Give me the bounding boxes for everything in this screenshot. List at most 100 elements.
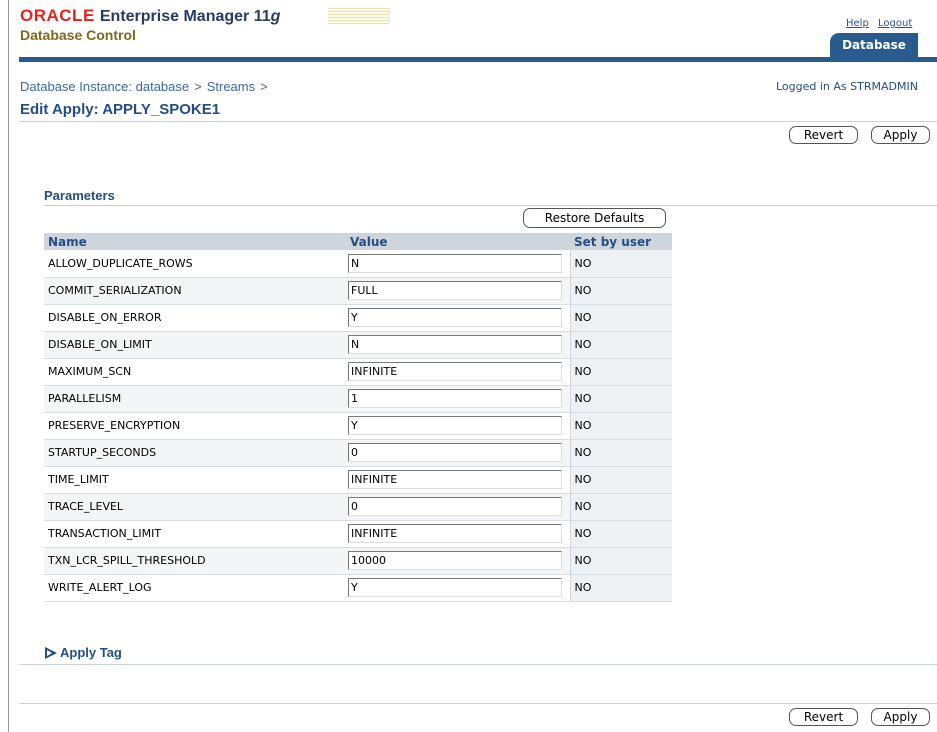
parameter-value-input[interactable] [348,551,562,570]
column-header-set-by-user: Set by user [570,233,672,250]
parameter-name: DISABLE_ON_LIMIT [44,331,346,359]
set-by-user-value: NO [569,331,672,359]
column-header-name: Name [44,233,346,250]
set-by-user-value: NO [569,250,672,278]
table-row: PARALLELISM NO [44,385,672,413]
logged-in-status: Logged in As STRMADMIN [776,80,918,93]
table-row: COMMIT_SERIALIZATION NO [44,277,672,305]
breadcrumb-database-instance[interactable]: Database Instance: database [20,79,189,94]
product-version-suffix: g [270,8,281,25]
parameter-value-input[interactable] [348,470,562,489]
breadcrumb-streams[interactable]: Streams [207,79,255,94]
parameter-value-cell [346,277,570,305]
footer-divider [19,703,937,704]
table-row: TRANSACTION_LIMIT NO [44,520,672,548]
parameter-name: PRESERVE_ENCRYPTION [44,412,346,440]
parameter-value-input[interactable] [348,362,562,381]
set-by-user-value: NO [569,574,672,602]
parameter-value-input[interactable] [348,497,562,516]
table-row: TRACE_LEVEL NO [44,493,672,521]
parameter-name: COMMIT_SERIALIZATION [44,277,346,305]
parameter-value-cell [346,250,570,278]
parameter-name: STARTUP_SECONDS [44,439,346,467]
help-link[interactable]: Help [846,18,869,29]
apply-tag-label: Apply Tag [60,645,122,660]
set-by-user-value: NO [569,547,672,575]
parameter-value-cell [346,574,570,602]
parameter-name: TRANSACTION_LIMIT [44,520,346,548]
breadcrumb: Database Instance: database > Streams > [20,79,273,94]
table-row: WRITE_ALERT_LOG NO [44,574,672,602]
parameter-name: DISABLE_ON_ERROR [44,304,346,332]
logout-link[interactable]: Logout [878,18,912,29]
parameter-value-cell [346,520,570,548]
set-by-user-value: NO [569,493,672,521]
parameters-table: Name Value Set by user ALLOW_DUPLICATE_R… [44,233,672,602]
set-by-user-value: NO [569,304,672,332]
parameter-name: TIME_LIMIT [44,466,346,494]
revert-button-bottom[interactable]: Revert [789,708,858,726]
table-row: STARTUP_SECONDS NO [44,439,672,467]
parameter-value-cell [346,547,570,575]
restore-defaults-button[interactable]: Restore Defaults [523,208,666,228]
parameter-value-input[interactable] [348,443,562,462]
set-by-user-value: NO [569,358,672,386]
parameter-name: TXN_LCR_SPILL_THRESHOLD [44,547,346,575]
parameter-value-input[interactable] [348,524,562,543]
set-by-user-value: NO [569,466,672,494]
page-left-border [8,0,9,732]
table-row: DISABLE_ON_LIMIT NO [44,331,672,359]
set-by-user-value: NO [569,277,672,305]
apply-tag-divider [19,664,937,665]
parameters-table-body: ALLOW_DUPLICATE_ROWSNOCOMMIT_SERIALIZATI… [44,250,672,602]
parameter-value-cell [346,466,570,494]
parameters-section-title: Parameters [44,188,115,203]
parameter-name: MAXIMUM_SCN [44,358,346,386]
parameter-value-cell [346,331,570,359]
table-header-row: Name Value Set by user [44,233,672,250]
parameter-value-input[interactable] [348,335,562,354]
parameter-value-cell [346,439,570,467]
parameter-value-cell [346,358,570,386]
column-header-value: Value [346,233,570,250]
table-row: TXN_LCR_SPILL_THRESHOLD NO [44,547,672,575]
parameter-name: TRACE_LEVEL [44,493,346,521]
product-name: Enterprise Manager 11g [100,8,281,25]
table-row: ALLOW_DUPLICATE_ROWS NO [44,250,672,278]
apply-tag-toggle[interactable]: Apply Tag [44,645,122,660]
breadcrumb-separator: > [260,79,268,94]
tab-database[interactable]: Database [830,33,918,57]
product-name-text: Enterprise Manager 11 [99,8,271,25]
header-bar [19,57,937,62]
apply-button-top[interactable]: Apply [871,126,930,144]
expand-arrow-icon [45,646,57,659]
page-title: Edit Apply: APPLY_SPOKE1 [20,101,221,118]
parameter-name: PARALLELISM [44,385,346,413]
parameter-value-input[interactable] [348,308,562,327]
parameter-value-input[interactable] [348,389,562,408]
oracle-logo: ORACLE [20,6,95,25]
table-row: DISABLE_ON_ERROR NO [44,304,672,332]
parameter-name: ALLOW_DUPLICATE_ROWS [44,250,346,278]
parameter-name: WRITE_ALERT_LOG [44,574,346,602]
parameter-value-cell [346,493,570,521]
table-row: PRESERVE_ENCRYPTION NO [44,412,672,440]
header-stripes-decoration [328,8,390,24]
parameter-value-input[interactable] [348,253,562,273]
apply-button-bottom[interactable]: Apply [871,708,930,726]
parameter-value-cell [346,304,570,332]
title-divider [19,121,937,122]
set-by-user-value: NO [569,520,672,548]
parameter-value-input[interactable] [348,281,562,300]
parameter-value-input[interactable] [348,416,562,435]
table-row: MAXIMUM_SCN NO [44,358,672,386]
revert-button-top[interactable]: Revert [789,126,858,144]
set-by-user-value: NO [569,439,672,467]
set-by-user-value: NO [569,385,672,413]
breadcrumb-separator: > [194,79,202,94]
parameter-value-cell [346,385,570,413]
set-by-user-value: NO [569,412,672,440]
parameter-value-input[interactable] [348,578,562,597]
product-subtitle: Database Control [20,27,136,43]
parameter-value-cell [346,412,570,440]
